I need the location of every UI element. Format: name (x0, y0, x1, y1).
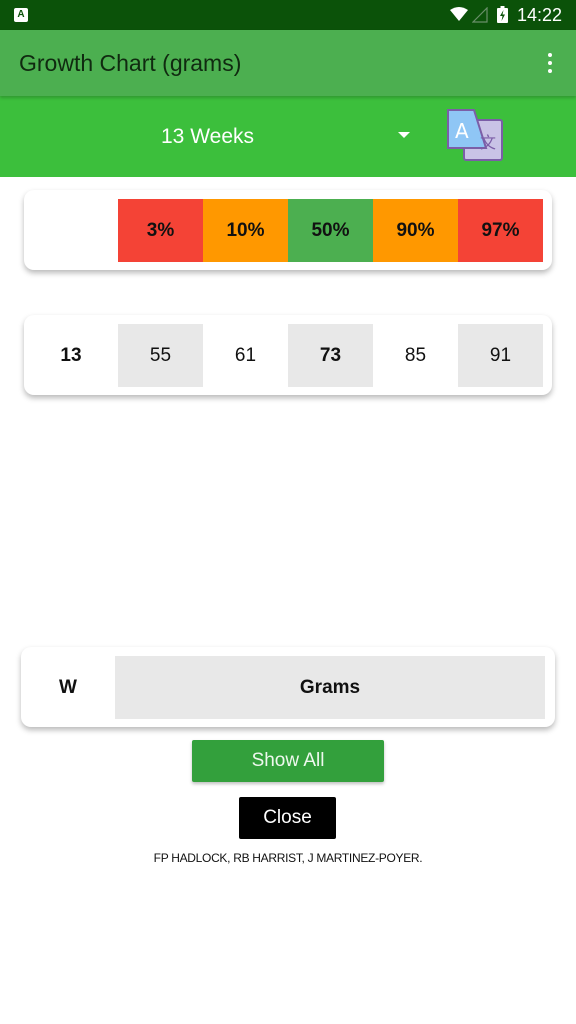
week-dropdown[interactable]: 13 Weeks (100, 116, 420, 156)
percentile-90-cell: 90% (373, 199, 458, 262)
percentile-3-cell: 3% (118, 199, 203, 262)
translate-icon[interactable]: A 文 (446, 108, 504, 164)
clock: 14:22 (517, 5, 563, 25)
dropdown-arrow-icon (398, 132, 410, 138)
app-notification-icon: A (14, 8, 28, 22)
wifi-icon (450, 7, 468, 21)
more-vert-icon[interactable] (540, 50, 560, 76)
svg-text:A: A (455, 119, 469, 143)
value-p50-cell: 73 (288, 324, 373, 387)
value-p97-cell: 91 (458, 324, 543, 387)
selected-week-label: 13 Weeks (161, 125, 254, 148)
week-cell: 13 (60, 344, 82, 366)
page-title: Growth Chart (grams) (19, 50, 242, 76)
percentile-97-cell: 97% (458, 199, 543, 262)
percentile-50-cell: 50% (288, 199, 373, 262)
close-button[interactable]: Close (239, 797, 336, 839)
show-all-button[interactable]: Show All (192, 740, 384, 782)
app-bar: Growth Chart (grams) (0, 30, 576, 96)
week-values-card: 13 55 61 73 85 91 (24, 315, 552, 395)
table-header-row: W Grams (21, 656, 555, 719)
percentile-10-cell: 10% (203, 199, 288, 262)
table-header-card: W Grams (21, 647, 555, 727)
value-p10-cell: 61 (234, 344, 257, 366)
cell-signal-icon (472, 7, 488, 23)
week-column-header: W (59, 676, 77, 698)
week-selector-bar: 13 Weeks A 文 (0, 96, 576, 177)
status-bar: A 14:22 (0, 0, 576, 30)
value-p3-cell: 55 (118, 324, 203, 387)
percentile-header-card: 3% 10% 50% 90% 97% (24, 190, 552, 270)
grams-column-header: Grams (115, 656, 545, 719)
svg-text:文: 文 (480, 133, 496, 152)
table-row: 13 55 61 73 85 91 (24, 324, 552, 387)
battery-charging-icon (497, 6, 508, 23)
credits-text: FP HADLOCK, RB HARRIST, J MARTINEZ-POYER… (153, 851, 423, 865)
percentile-header-row: 3% 10% 50% 90% 97% (24, 199, 552, 262)
empty-corner-cell (24, 199, 118, 262)
value-p90-cell: 85 (404, 344, 427, 366)
